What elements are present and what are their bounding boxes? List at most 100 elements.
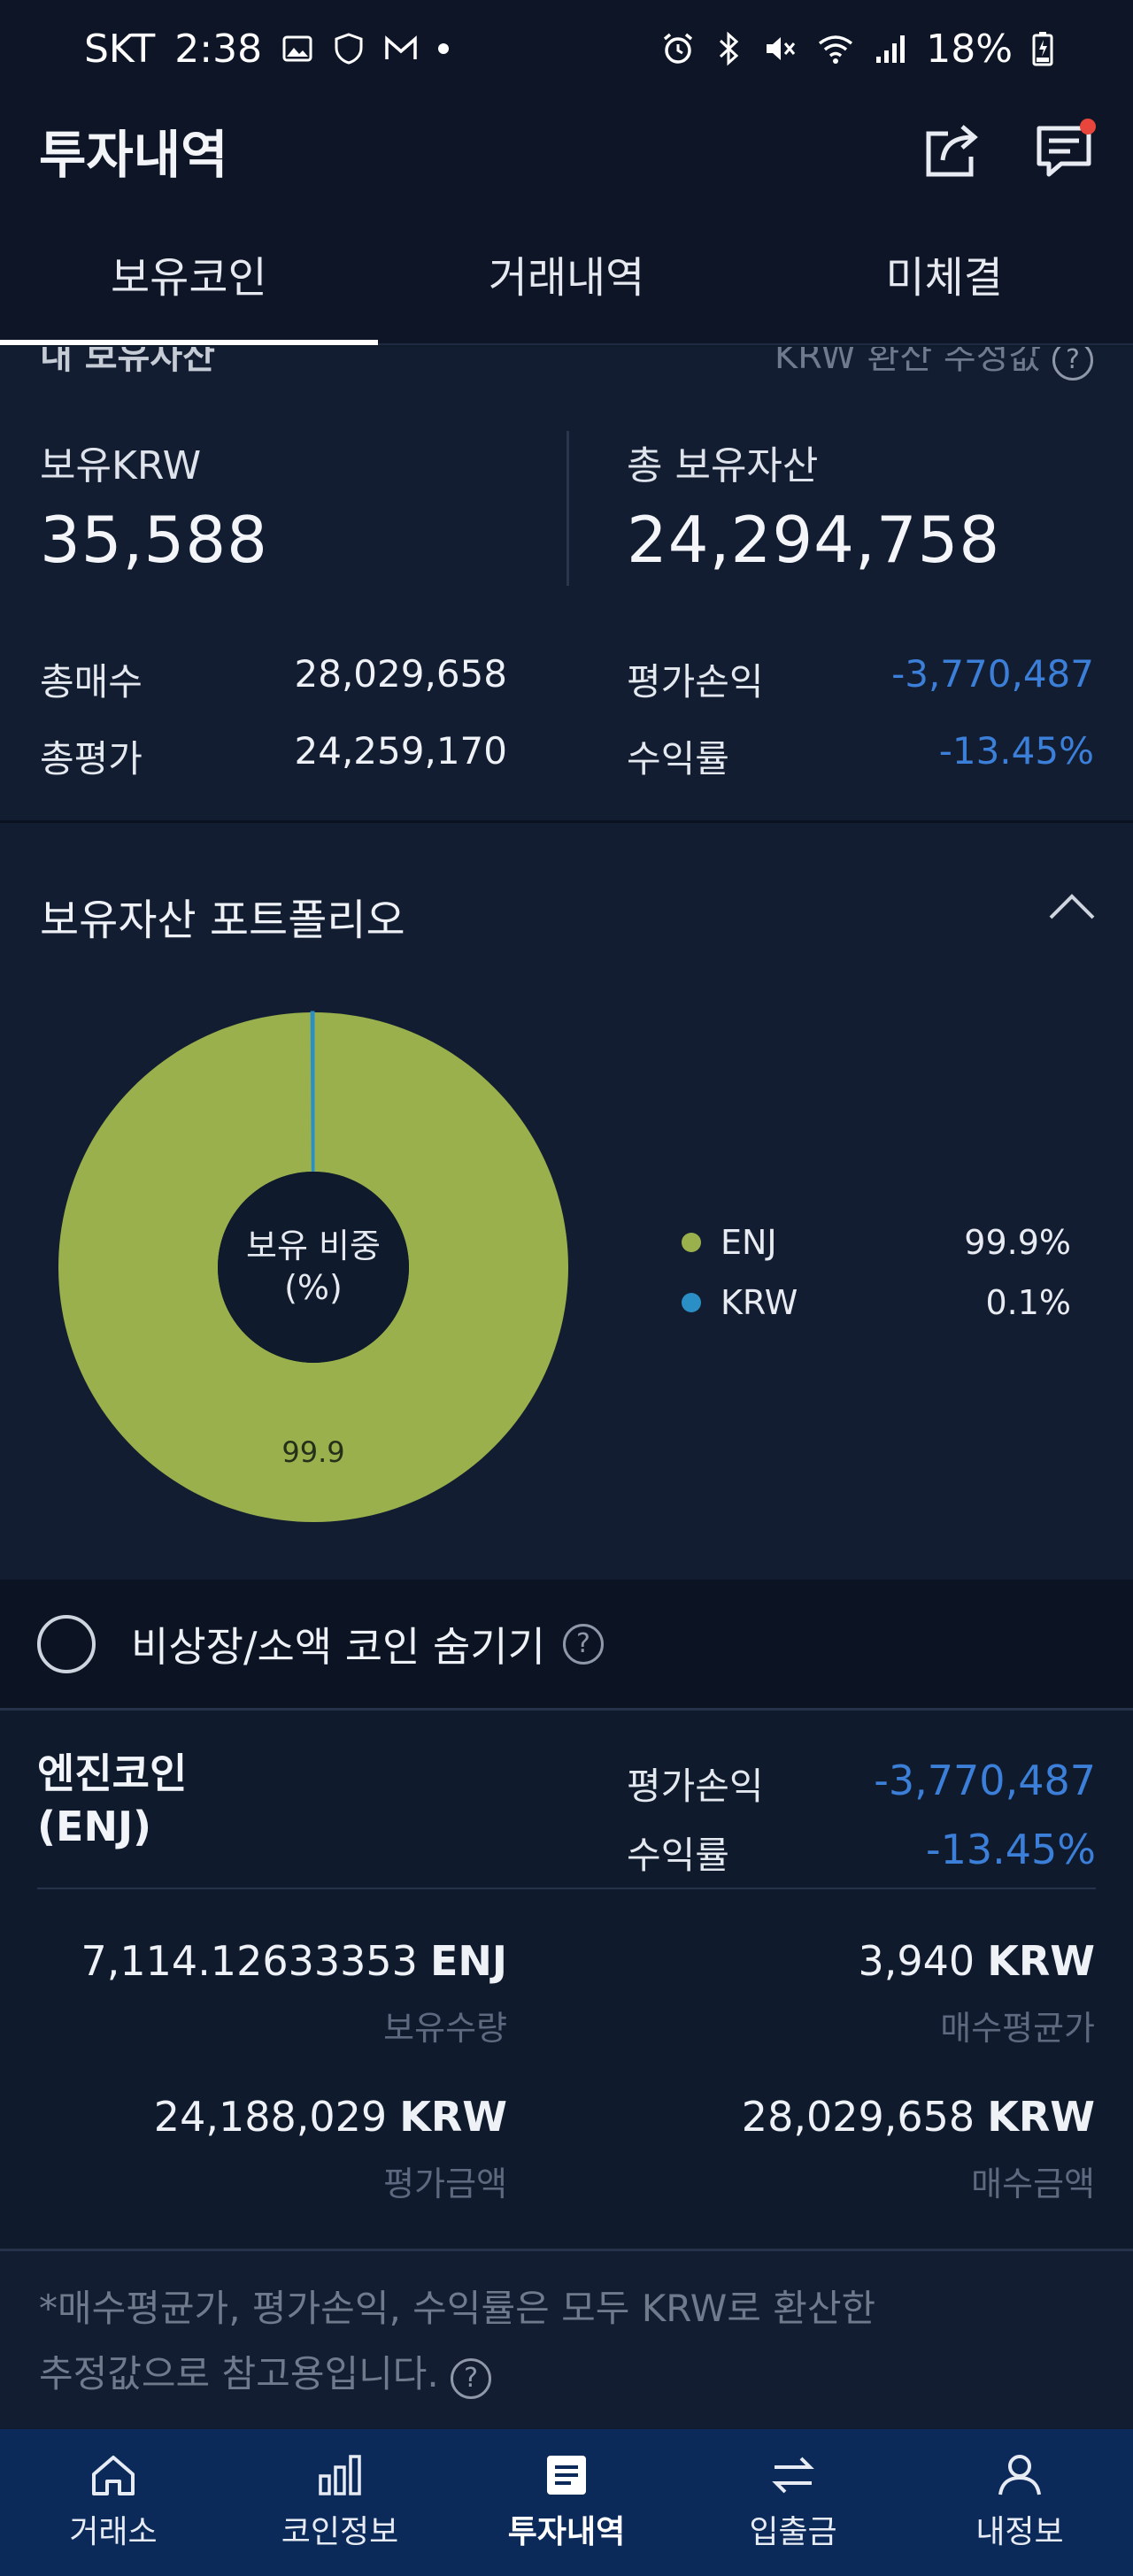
- legend-name: ENJ: [721, 1223, 777, 1262]
- transfer-icon: [772, 2457, 814, 2494]
- conversion-note: KRW 환산 추정값 ?: [775, 347, 1093, 381]
- coin-pnl-row: 평가손익 -3,770,487: [627, 1757, 1096, 1811]
- chat-button[interactable]: [1030, 117, 1098, 184]
- legend-item-krw: KRW 0.1%: [682, 1273, 1071, 1333]
- share-button[interactable]: [919, 117, 986, 184]
- battery-label: 18%: [926, 26, 1013, 72]
- bluetooth-icon: [715, 31, 742, 66]
- mute-icon: [761, 31, 797, 66]
- eval-total-row: 총평가 24,259,170: [40, 729, 507, 783]
- battery-icon: [1032, 31, 1053, 66]
- nav-investment[interactable]: 투자내역: [453, 2429, 680, 2576]
- average-price-unit: KRW: [987, 1937, 1095, 1985]
- nav-label: 내정보: [975, 2514, 1064, 2550]
- signal-icon: [875, 34, 906, 64]
- portfolio-title: 보유자산 포트폴리오: [40, 896, 405, 945]
- krw-balance: 보유KRW 35,588: [40, 434, 268, 577]
- portfolio-chart: 보유 비중 (%) 99.9: [57, 1011, 570, 1524]
- nav-exchange[interactable]: 거래소: [0, 2429, 227, 2576]
- evaluation-amount-label: 평가금액: [383, 2165, 507, 2203]
- summary-header: 내 보유자산 KRW 환산 추정값 ?: [0, 347, 1133, 381]
- holding-quantity-value: 7,114.12633353: [81, 1937, 418, 1985]
- total-assets: 총 보유자산 24,294,758: [627, 434, 1000, 577]
- dot-icon: [437, 42, 450, 55]
- total-label: 총 보유자산: [627, 443, 819, 488]
- krw-label: 보유KRW: [40, 443, 202, 488]
- footnote-line-2-row: 추정값으로 참고용입니다. ?: [39, 2341, 1094, 2407]
- collapse-button[interactable]: [1048, 892, 1096, 924]
- help-icon[interactable]: ?: [562, 1623, 604, 1665]
- legend-item-enj: ENJ 99.9%: [682, 1212, 1071, 1273]
- average-price-value: 3,940: [858, 1937, 975, 1985]
- purchase-amount: 28,029,658 KRW: [742, 2093, 1095, 2141]
- coin-symbol: (ENJ): [37, 1802, 152, 1850]
- krw-value: 35,588: [40, 503, 268, 577]
- hide-small-coins-label: 비상장/소액 코인 숨기기: [131, 1622, 545, 1671]
- nav-label: 입출금: [749, 2514, 837, 2550]
- help-icon[interactable]: ?: [1052, 347, 1093, 381]
- buy-total-label: 총매수: [40, 660, 143, 704]
- eval-total-value: 24,259,170: [294, 729, 507, 773]
- coin-pnl-value: -3,770,487: [874, 1757, 1096, 1804]
- buy-total-row: 총매수 28,029,658: [40, 652, 507, 706]
- eval-total-label: 총평가: [40, 737, 143, 780]
- user-icon: [998, 2455, 1041, 2495]
- tab-open-orders[interactable]: 미체결: [755, 204, 1133, 343]
- return-label: 수익률: [627, 737, 729, 780]
- purchase-amount-unit: KRW: [987, 2093, 1095, 2141]
- status-bar: SKT 2:38 18%: [0, 0, 1133, 97]
- alarm-icon: [660, 31, 696, 66]
- average-price: 3,940 KRW: [858, 1937, 1095, 1985]
- time-label: 2:38: [174, 26, 263, 72]
- gallery-icon: [281, 33, 313, 65]
- chart-center-line-1: 보유 비중: [246, 1226, 381, 1265]
- purchase-amount-label: 매수금액: [971, 2165, 1095, 2203]
- nav-label: 거래소: [69, 2514, 158, 2550]
- return-value: -13.45%: [938, 729, 1094, 773]
- page-title: 투자내역: [39, 125, 228, 185]
- legend-dot: [682, 1293, 701, 1312]
- hide-small-coins-row[interactable]: 비상장/소액 코인 숨기기 ?: [0, 1580, 1133, 1708]
- home-icon: [92, 2456, 135, 2495]
- coin-return-value: -13.45%: [926, 1826, 1096, 1873]
- evaluation-amount-unit: KRW: [399, 2093, 507, 2141]
- hide-small-coins-radio[interactable]: [37, 1614, 96, 1673]
- footnote-line-2: 추정값으로 참고용입니다.: [39, 2352, 439, 2395]
- card-divider: [37, 1888, 1096, 1889]
- chevron-up-icon: [1049, 894, 1095, 919]
- evaluation-amount-value: 24,188,029: [153, 2093, 388, 2141]
- asset-summary: 내 보유자산 KRW 환산 추정값 ? 보유KRW 35,588 총 보유자산 …: [0, 347, 1133, 820]
- legend-name: KRW: [721, 1283, 798, 1322]
- nav-coin-info[interactable]: 코인정보: [227, 2429, 453, 2576]
- nav-my-info[interactable]: 내정보: [906, 2429, 1133, 2576]
- holding-quantity-unit: ENJ: [429, 1937, 507, 1985]
- help-icon[interactable]: ?: [451, 2358, 492, 2399]
- nav-deposit-withdraw[interactable]: 입출금: [680, 2429, 906, 2576]
- holding-quantity: 7,114.12633353 ENJ: [81, 1937, 508, 1985]
- bottom-nav: 거래소 코인정보 투자내역 입출금 내정보: [0, 2429, 1133, 2576]
- bar-chart-icon: [319, 2455, 361, 2495]
- nav-label: 투자내역: [507, 2514, 626, 2550]
- evaluation-amount: 24,188,029 KRW: [154, 2093, 507, 2141]
- pnl-label: 평가손익: [627, 660, 764, 704]
- tab-trade-history[interactable]: 거래내역: [378, 204, 756, 343]
- total-value: 24,294,758: [627, 503, 1001, 577]
- section-title: 내 보유자산: [40, 347, 215, 377]
- chart-legend: ENJ 99.9% KRW 0.1%: [682, 1212, 1071, 1333]
- coin-name: 엔진코인 (ENJ): [37, 1748, 187, 1854]
- divider: [566, 431, 569, 586]
- carrier-label: SKT: [84, 26, 156, 72]
- purchase-amount-value: 28,029,658: [741, 2093, 975, 2141]
- tab-holdings[interactable]: 보유코인: [0, 204, 378, 345]
- document-icon: [547, 2456, 586, 2495]
- coin-card[interactable]: 엔진코인 (ENJ) 평가손익 -3,770,487 수익률 -13.45% 7…: [0, 1711, 1133, 2249]
- pnl-value: -3,770,487: [891, 652, 1094, 696]
- legend-percent: 0.1%: [985, 1283, 1071, 1322]
- coin-name-korean: 엔진코인: [37, 1749, 188, 1797]
- wifi-icon: [816, 33, 855, 65]
- average-price-label: 매수평균가: [940, 2009, 1095, 2048]
- app-bar: 투자내역: [0, 97, 1133, 204]
- coin-return-row: 수익률 -13.45%: [627, 1826, 1096, 1880]
- shield-icon: [333, 32, 365, 65]
- share-icon: [926, 125, 978, 177]
